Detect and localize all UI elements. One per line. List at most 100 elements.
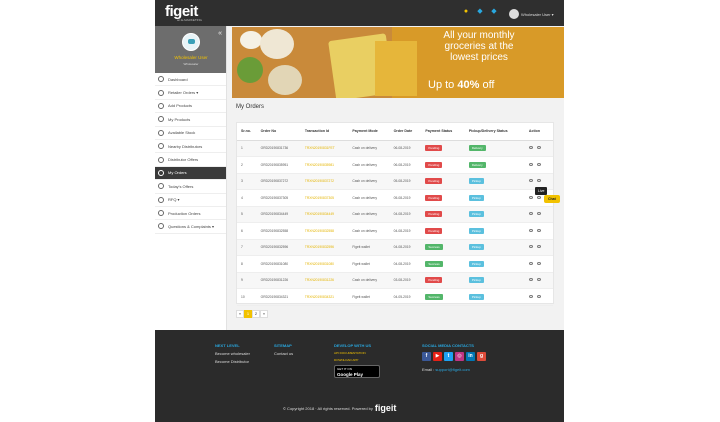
sidebar-item-available-stock[interactable]: Available Stock bbox=[155, 127, 226, 140]
view-icon[interactable] bbox=[528, 228, 533, 232]
page-2-button[interactable]: 2 bbox=[252, 310, 260, 318]
view-icon[interactable] bbox=[528, 162, 533, 166]
settings-icon[interactable] bbox=[536, 278, 541, 282]
offer-icon bbox=[158, 156, 164, 163]
settings-icon[interactable] bbox=[536, 162, 541, 166]
sidebar-item-label: Retailer Orders ▾ bbox=[168, 90, 199, 96]
promo-banner[interactable]: All your monthly groceries at the lowest… bbox=[232, 27, 564, 98]
footer-link[interactable]: Become Distributor bbox=[215, 359, 250, 364]
status-badge: Pending bbox=[425, 161, 443, 168]
settings-icon[interactable] bbox=[536, 212, 541, 216]
price-prefix: Up to bbox=[428, 79, 455, 91]
view-icon[interactable] bbox=[528, 245, 533, 249]
settings-icon[interactable] bbox=[536, 146, 541, 150]
settings-icon[interactable] bbox=[536, 261, 541, 265]
brand-tagline: an E-MARKETING bbox=[177, 18, 203, 22]
view-icon[interactable] bbox=[528, 179, 533, 183]
transaction-id-cell: TRXN20190837305 bbox=[300, 189, 349, 207]
view-icon[interactable] bbox=[528, 146, 533, 150]
sidebar-item-rfq[interactable]: RFQ ▾ bbox=[155, 194, 226, 207]
sidebar-item-label: My Products bbox=[168, 116, 191, 122]
view-icon[interactable] bbox=[528, 278, 533, 282]
order-no-cell: ORD20190831736 bbox=[256, 140, 301, 157]
sidebar-item-retailer-orders[interactable]: Retailer Orders ▾ bbox=[155, 86, 226, 100]
order-date-cell: 05-08-2019 bbox=[389, 189, 422, 207]
location-icon[interactable]: ● bbox=[462, 8, 470, 16]
profile-avatar bbox=[182, 33, 200, 51]
payment-status-cell: Pending bbox=[421, 272, 465, 289]
sidebar-item-label: My Orders bbox=[168, 170, 187, 176]
settings-icon[interactable] bbox=[536, 179, 541, 183]
page-1-button[interactable]: 1 bbox=[244, 310, 252, 318]
view-icon[interactable] bbox=[528, 212, 533, 216]
sr-no-cell: 4 bbox=[237, 189, 257, 207]
table-row: 2 ORD20190835951 TRXN20190835981 Cash on de… bbox=[237, 156, 553, 174]
order-no-cell: ORD20190837272 bbox=[256, 173, 301, 190]
sr-no-cell: 6 bbox=[237, 222, 257, 240]
sidebar-item-questions[interactable]: Questions & Complaints ▾ bbox=[155, 220, 226, 234]
delivery-status-cell: Delivery bbox=[464, 140, 525, 157]
cart-icon[interactable]: ◆ bbox=[490, 8, 498, 16]
settings-icon[interactable] bbox=[536, 195, 541, 199]
user-menu[interactable]: Wholesaler User ▾ bbox=[509, 9, 554, 19]
settings-icon[interactable] bbox=[536, 294, 541, 298]
facebook-icon[interactable]: f bbox=[422, 352, 431, 361]
sidebar-item-my-orders[interactable]: My Orders bbox=[155, 166, 226, 181]
email-link[interactable]: support@figeit.com bbox=[435, 367, 470, 372]
orders-table: Sr.no. Order No Transaction Id Payment M… bbox=[237, 123, 553, 306]
sidebar-item-add-products[interactable]: Add Products bbox=[155, 100, 226, 114]
download-app-link[interactable]: DOWNLOAD APP bbox=[334, 358, 380, 362]
footer-col-develop: DEVELOP WITH US API DOCUMENTATION DOWNLO… bbox=[334, 343, 380, 378]
col-header: Pickup/Delivery Status bbox=[464, 123, 525, 141]
footer-link[interactable]: Become wholesaler bbox=[215, 351, 250, 356]
sidebar-item-dashboard[interactable]: Dashboard bbox=[155, 73, 226, 87]
view-icon[interactable] bbox=[528, 195, 533, 199]
settings-icon[interactable] bbox=[536, 228, 541, 232]
youtube-icon[interactable]: ▶ bbox=[433, 352, 442, 361]
banner-image bbox=[232, 27, 394, 98]
footer-link[interactable]: Contact us bbox=[274, 351, 293, 356]
payment-status-cell: Success bbox=[421, 288, 465, 306]
payment-status-cell: Pending bbox=[421, 189, 465, 207]
sidebar-item-distributor-offers[interactable]: Distributor Offers bbox=[155, 153, 226, 167]
view-icon[interactable] bbox=[528, 294, 533, 298]
view-icon[interactable] bbox=[528, 261, 533, 265]
next-page-button[interactable]: » bbox=[260, 310, 268, 318]
orders-panel: Sr.no. Order No Transaction Id Payment M… bbox=[236, 122, 554, 306]
app-frame: figeit an E-MARKETING ● ◆ ◆ Wholesaler U… bbox=[155, 0, 564, 422]
transaction-id-cell: TRXN20190831226 bbox=[300, 272, 349, 289]
payment-status-cell: Pending bbox=[421, 206, 465, 223]
payment-status-cell: Pending bbox=[421, 222, 465, 240]
payment-mode-cell: Cash on delivery bbox=[348, 222, 390, 240]
live-badge[interactable]: Live bbox=[535, 187, 548, 195]
google-play-button[interactable]: GET IT ON Google Play bbox=[334, 365, 380, 378]
play-small-text: GET IT ON bbox=[337, 367, 352, 371]
sidebar-profile: « Wholesaler User Wholesaler bbox=[155, 26, 226, 73]
banner-bowl bbox=[240, 31, 262, 49]
col-header: Action bbox=[524, 123, 553, 141]
linkedin-icon[interactable]: in bbox=[466, 352, 475, 361]
delivery-status-cell: Delivery bbox=[464, 156, 525, 174]
twitter-icon[interactable]: t bbox=[444, 352, 453, 361]
transaction-id-cell: TRXN20190832558 bbox=[300, 222, 349, 240]
sr-no-cell: 7 bbox=[237, 239, 257, 256]
instagram-icon[interactable]: ◎ bbox=[455, 352, 464, 361]
transaction-id-cell: TRXN20190834449 bbox=[300, 206, 349, 223]
settings-icon[interactable] bbox=[536, 245, 541, 249]
notification-icon[interactable]: ◆ bbox=[476, 8, 484, 16]
api-docs-link[interactable]: API DOCUMENTATION bbox=[334, 351, 380, 355]
status-badge: Pickup bbox=[468, 194, 484, 201]
status-badge: Delivery bbox=[468, 145, 486, 152]
sidebar-item-my-products[interactable]: My Products bbox=[155, 113, 226, 127]
sidebar-item-todays-offers[interactable]: Today's Offers bbox=[155, 180, 226, 194]
collapse-icon[interactable]: « bbox=[218, 30, 222, 37]
payment-mode-cell: Cash on delivery bbox=[348, 206, 390, 223]
prev-page-button[interactable]: « bbox=[236, 310, 244, 318]
chat-button[interactable]: Chat bbox=[544, 195, 560, 203]
sidebar-item-nearby-distributors[interactable]: Nearby Distributors bbox=[155, 140, 226, 154]
sidebar-item-production-orders[interactable]: Production Orders bbox=[155, 207, 226, 221]
sidebar-item-label: Questions & Complaints ▾ bbox=[168, 223, 215, 229]
avatar bbox=[509, 9, 519, 19]
banner-bowl bbox=[268, 65, 302, 95]
google-plus-icon[interactable]: g bbox=[477, 352, 486, 361]
